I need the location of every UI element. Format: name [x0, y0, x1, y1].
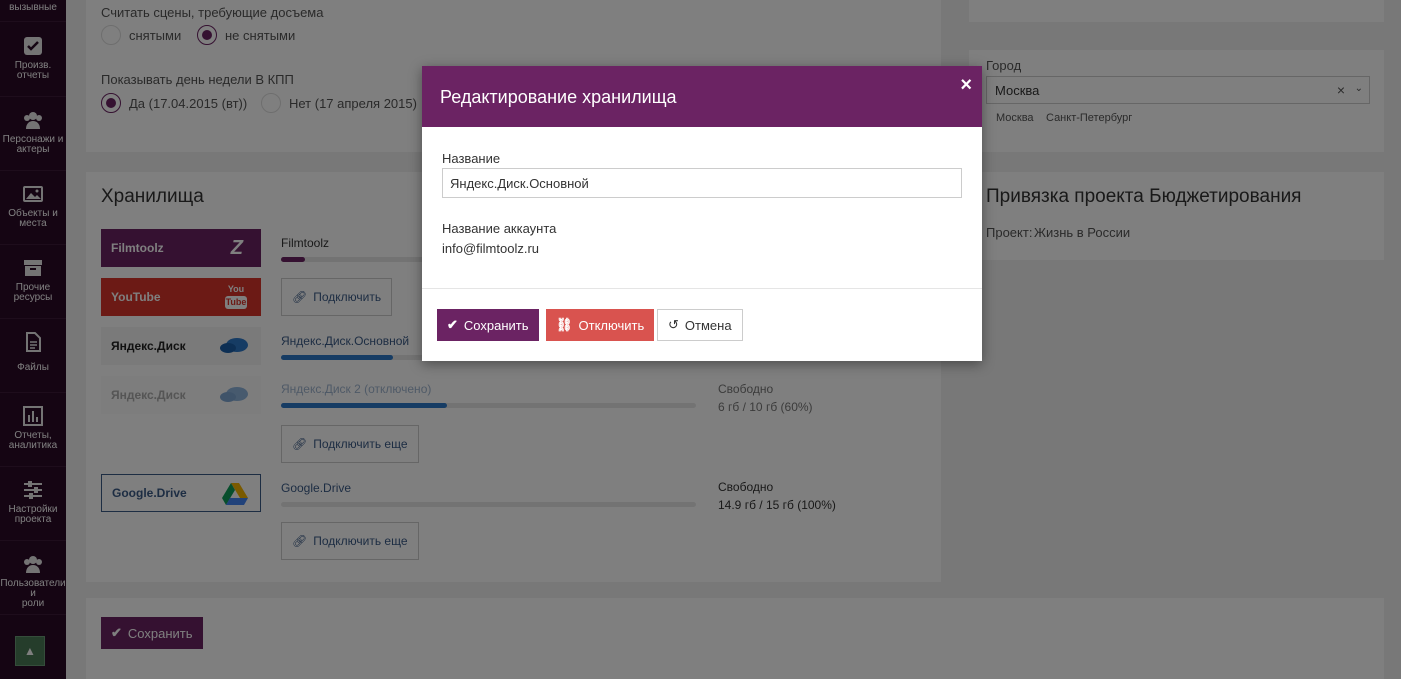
cancel-button[interactable]: ↺ Отмена [657, 309, 743, 341]
modal-save-label: Сохранить [463, 317, 529, 333]
name-field-label: Название [442, 151, 501, 166]
name-field[interactable] [442, 168, 962, 198]
unlink-icon: ⛓ [556, 317, 573, 332]
cancel-label: Отмена [684, 317, 732, 333]
account-field-label: Название аккаунта [442, 221, 557, 236]
check-icon: ✔ [447, 317, 458, 332]
modal-save-button[interactable]: ✔ Сохранить [437, 309, 539, 341]
disconnect-button[interactable]: ⛓ Отключить [546, 309, 655, 341]
modal-body: Название Название аккаунта info@filmtool… [422, 127, 982, 289]
edit-storage-modal: Редактирование хранилища × Название Назв… [422, 66, 982, 361]
modal-footer: ✔ Сохранить ⛓ Отключить ↺ Отмена [422, 288, 982, 361]
account-field-value: info@filmtoolz.ru [442, 241, 540, 256]
undo-icon: ↺ [668, 317, 679, 332]
modal-header: Редактирование хранилища × [422, 66, 982, 127]
modal-title: Редактирование хранилища [440, 87, 677, 107]
close-icon[interactable]: × [960, 75, 972, 95]
disconnect-label: Отключить [578, 317, 645, 333]
